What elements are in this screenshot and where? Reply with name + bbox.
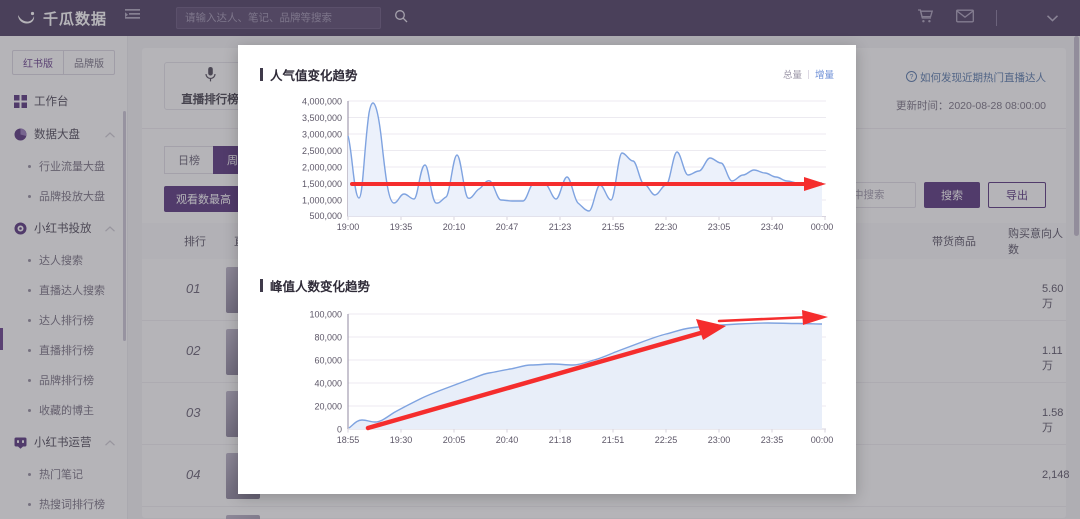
svg-text:2,000,000: 2,000,000 bbox=[302, 163, 342, 173]
svg-text:0: 0 bbox=[337, 425, 342, 435]
svg-text:22:25: 22:25 bbox=[655, 435, 678, 445]
svg-text:19:30: 19:30 bbox=[390, 435, 413, 445]
svg-text:2,500,000: 2,500,000 bbox=[302, 146, 342, 156]
metric-toggle: 总量 增量 bbox=[783, 67, 834, 81]
svg-text:23:05: 23:05 bbox=[708, 222, 731, 232]
peak-chart-svg: 100,000 80,000 60,000 40,000 20,000 0 18… bbox=[309, 310, 834, 446]
svg-text:80,000: 80,000 bbox=[314, 333, 342, 343]
metric-toggle-total[interactable]: 总量 bbox=[783, 67, 802, 81]
section-accent-bar bbox=[260, 278, 263, 292]
svg-text:100,000: 100,000 bbox=[309, 310, 342, 320]
svg-text:23:40: 23:40 bbox=[761, 222, 784, 232]
svg-text:00:00: 00:00 bbox=[811, 435, 834, 445]
svg-text:3,500,000: 3,500,000 bbox=[302, 113, 342, 123]
section-title: 人气值变化趋势 bbox=[270, 68, 358, 83]
svg-text:1,000,000: 1,000,000 bbox=[302, 196, 342, 206]
svg-text:18:55: 18:55 bbox=[337, 435, 360, 445]
svg-text:19:00: 19:00 bbox=[337, 222, 360, 232]
svg-text:20:05: 20:05 bbox=[443, 435, 466, 445]
svg-text:500,000: 500,000 bbox=[309, 211, 342, 221]
svg-text:22:30: 22:30 bbox=[655, 222, 678, 232]
svg-text:21:51: 21:51 bbox=[602, 435, 625, 445]
svg-text:20,000: 20,000 bbox=[314, 402, 342, 412]
svg-text:23:00: 23:00 bbox=[708, 435, 731, 445]
svg-text:21:18: 21:18 bbox=[549, 435, 572, 445]
trend-modal: 人气值变化趋势 总量 增量 4,000,000 3,500,000 3,000,… bbox=[238, 45, 856, 494]
svg-text:20:10: 20:10 bbox=[443, 222, 466, 232]
svg-text:1,500,000: 1,500,000 bbox=[302, 179, 342, 189]
popularity-trend-chart: 4,000,000 3,500,000 3,000,000 2,500,000 … bbox=[256, 93, 838, 258]
svg-text:20:40: 20:40 bbox=[496, 435, 519, 445]
section-title: 峰值人数变化趋势 bbox=[270, 279, 371, 294]
svg-text:21:55: 21:55 bbox=[602, 222, 625, 232]
section-header-popularity: 人气值变化趋势 总量 增量 bbox=[238, 61, 856, 87]
metric-toggle-increment[interactable]: 增量 bbox=[815, 67, 834, 81]
popularity-area bbox=[348, 102, 822, 217]
svg-text:00:00: 00:00 bbox=[811, 222, 834, 232]
section-accent-bar bbox=[260, 67, 263, 81]
svg-text:21:23: 21:23 bbox=[549, 222, 572, 232]
svg-text:60,000: 60,000 bbox=[314, 356, 342, 366]
section-header-peak: 峰值人数变化趋势 bbox=[238, 272, 856, 298]
peak-trend-chart: 100,000 80,000 60,000 40,000 20,000 0 18… bbox=[256, 304, 838, 469]
metric-toggle-divider bbox=[807, 69, 809, 79]
svg-text:20:47: 20:47 bbox=[496, 222, 519, 232]
svg-text:4,000,000: 4,000,000 bbox=[302, 97, 342, 107]
popularity-chart-svg: 4,000,000 3,500,000 3,000,000 2,500,000 … bbox=[302, 97, 834, 233]
svg-text:3,000,000: 3,000,000 bbox=[302, 130, 342, 140]
svg-text:40,000: 40,000 bbox=[314, 379, 342, 389]
svg-text:23:35: 23:35 bbox=[761, 435, 784, 445]
svg-text:19:35: 19:35 bbox=[390, 222, 413, 232]
